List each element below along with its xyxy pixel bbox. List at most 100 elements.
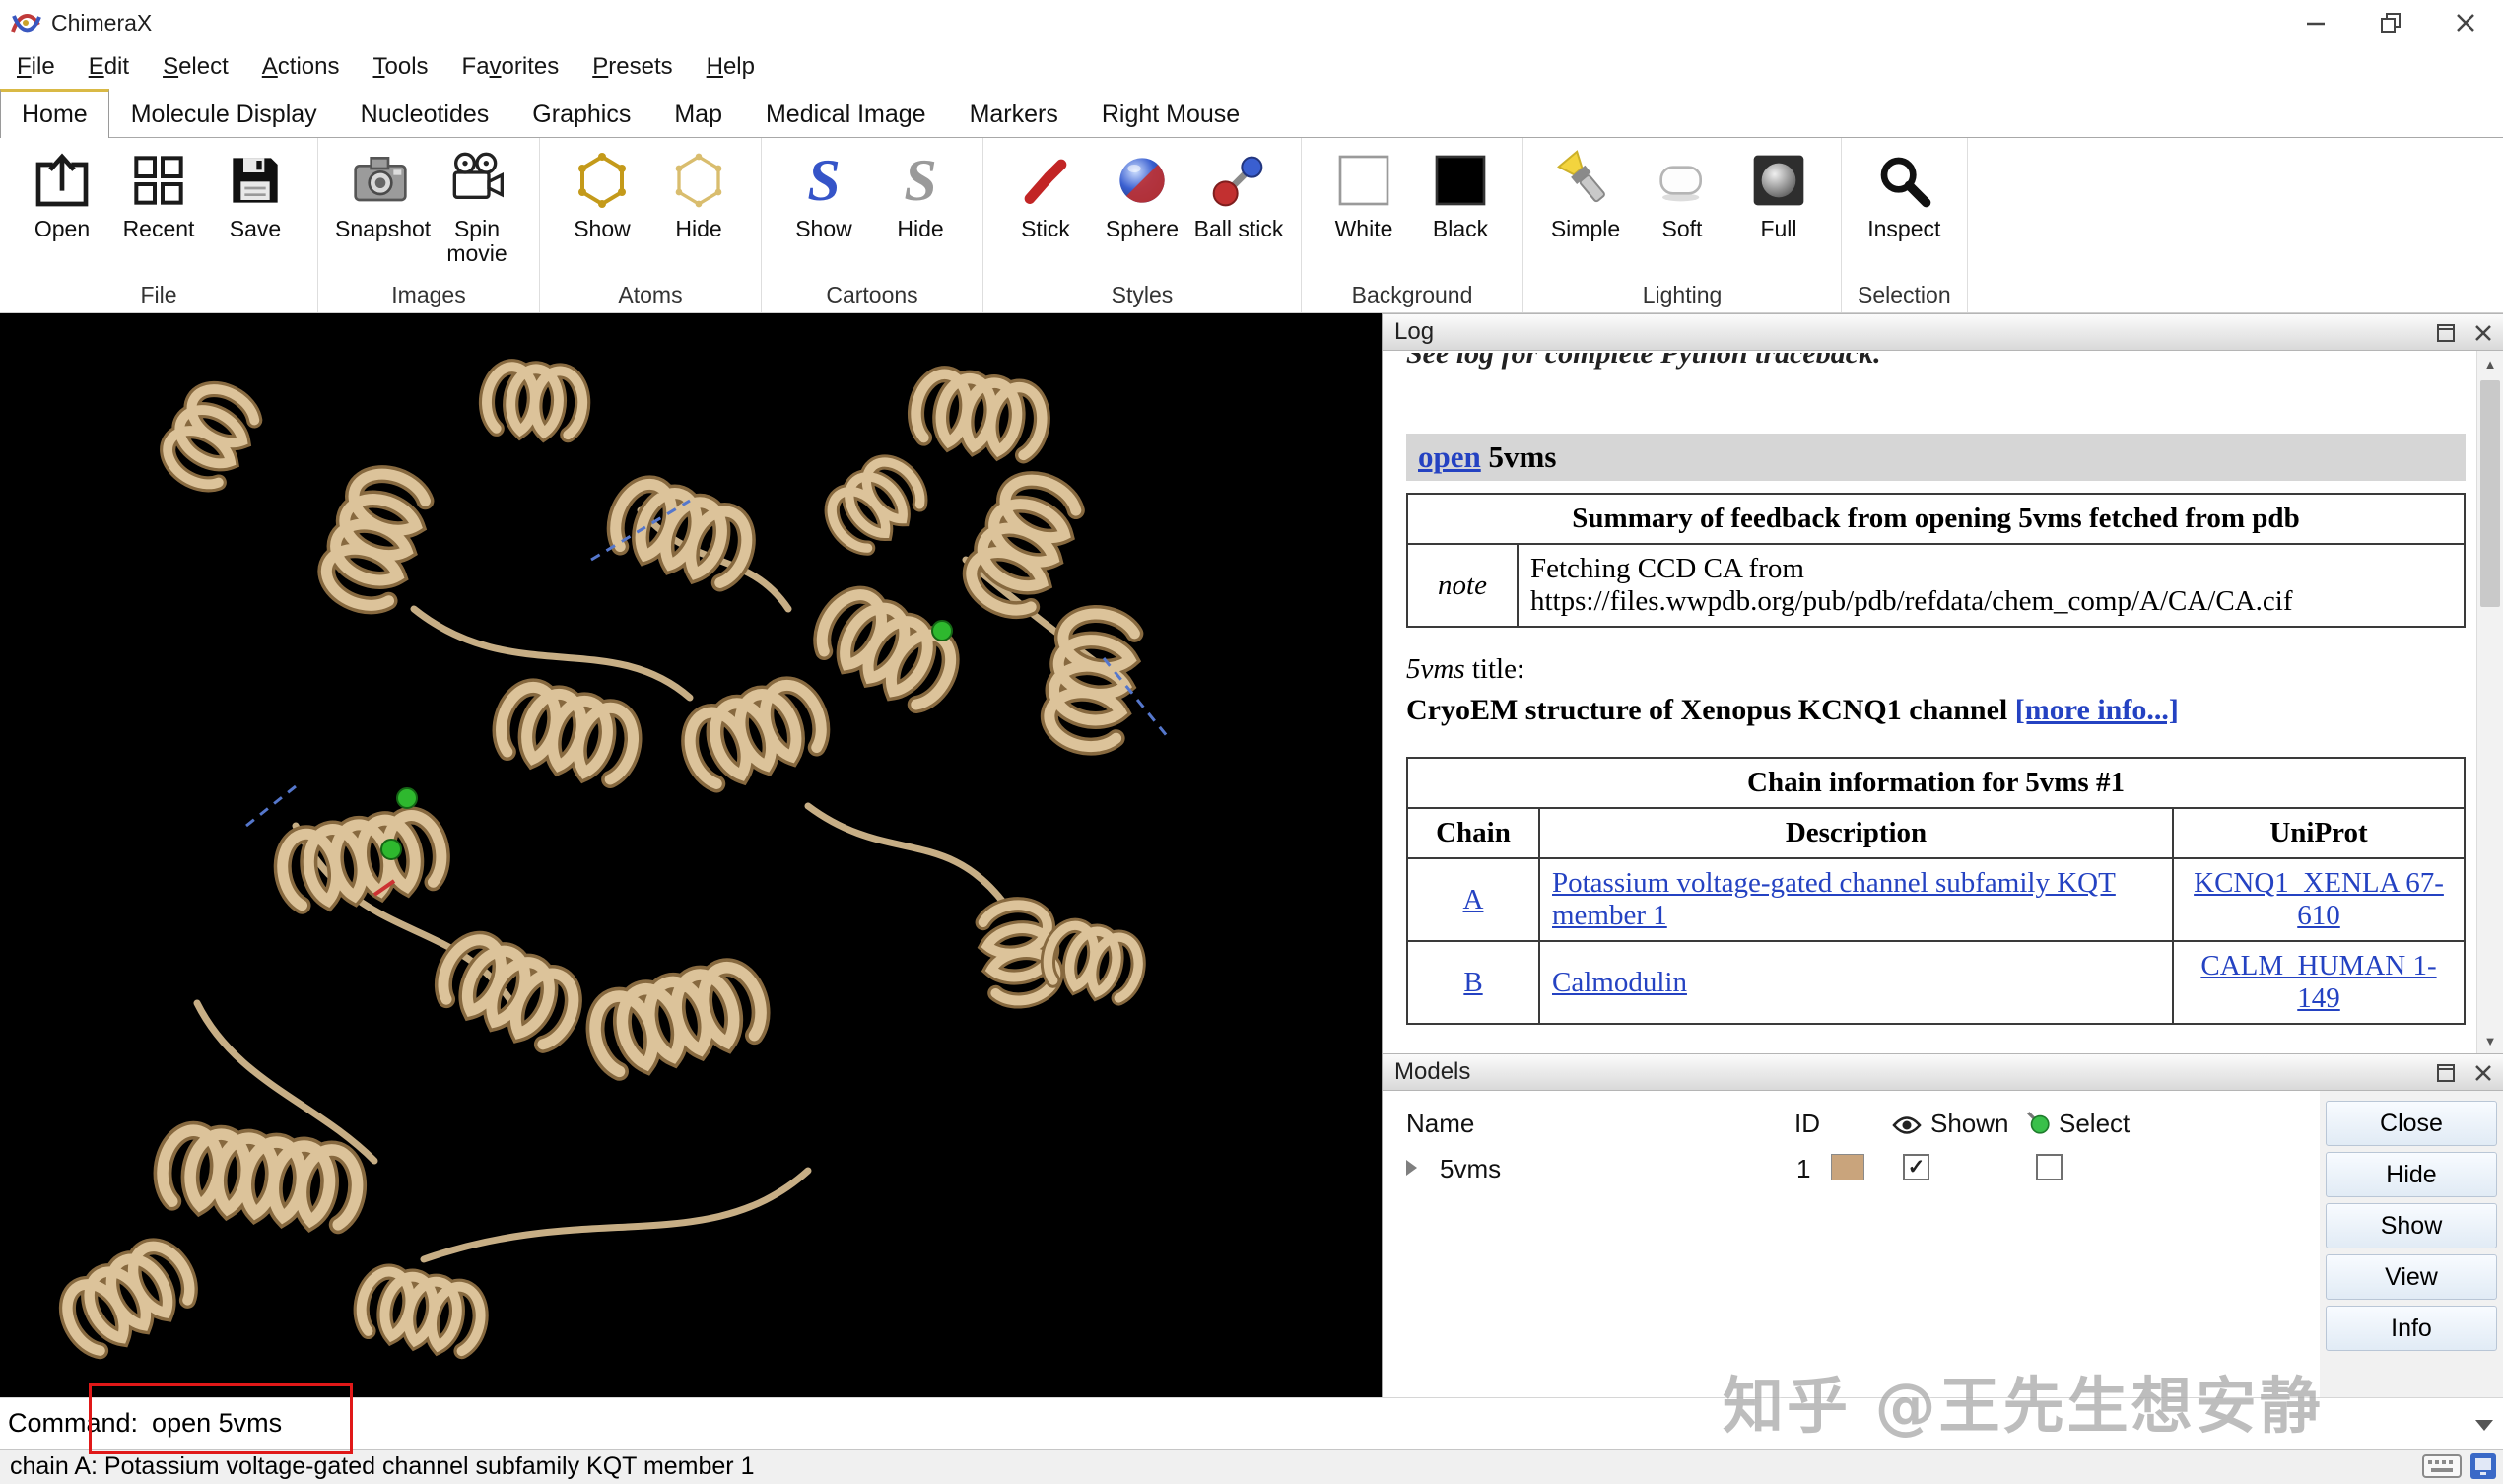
chain-a-link[interactable]: A (1463, 884, 1484, 915)
view-model-button[interactable]: View (2326, 1254, 2497, 1300)
shown-checkbox[interactable] (1903, 1154, 1929, 1180)
cartoon-show-icon: S (787, 144, 860, 217)
menu-file[interactable]: File (0, 53, 72, 81)
snapshot-button[interactable]: Snapshot (334, 144, 427, 241)
scrollbar-thumb[interactable] (2480, 380, 2500, 607)
spin-movie-button[interactable]: Spin movie (431, 144, 523, 266)
atoms-show-icon (566, 144, 639, 217)
menu-favorites[interactable]: Favorites (445, 53, 576, 81)
info-model-button[interactable]: Info (2326, 1306, 2497, 1351)
status-text: chain A: Potassium voltage-gated channel… (10, 1452, 754, 1481)
ball-stick-label: Ball stick (1194, 217, 1284, 241)
chain-a-description-link[interactable]: Potassium voltage-gated channel subfamil… (1552, 867, 2116, 931)
command-echo-args: 5vms (1489, 439, 1557, 474)
model-row-5vms[interactable]: 5vms 1 (1383, 1146, 2320, 1191)
description-column-header: Description (1539, 808, 2173, 858)
close-panel-icon[interactable] (2471, 1061, 2495, 1085)
stick-style-button[interactable]: Stick (999, 144, 1092, 241)
soft-lighting-button[interactable]: Soft (1636, 144, 1728, 241)
chain-b-description-link[interactable]: Calmodulin (1552, 967, 1687, 998)
expand-chevron-icon[interactable] (1406, 1160, 1417, 1176)
menu-tools[interactable]: Tools (357, 53, 445, 81)
float-panel-icon[interactable] (2434, 321, 2458, 345)
tab-markers[interactable]: Markers (948, 91, 1080, 137)
minimize-button[interactable] (2278, 0, 2353, 45)
atoms-hide-button[interactable]: Hide (652, 144, 745, 241)
model-id: 1 (1796, 1154, 1810, 1184)
chain-b-uniprot-link[interactable]: CALM_HUMAN 1-149 (2200, 950, 2436, 1014)
command-history-chevron-icon[interactable] (2475, 1420, 2493, 1431)
cartoons-show-button[interactable]: S Show (778, 144, 870, 241)
ball-stick-style-button[interactable]: Ball stick (1192, 144, 1285, 241)
scroll-down-arrow[interactable]: ▼ (2477, 1028, 2503, 1053)
recent-label: Recent (123, 217, 195, 241)
eye-icon (1891, 1114, 1923, 1136)
models-table-header: Name ID Shown Select (1383, 1101, 2320, 1146)
full-lighting-button[interactable]: Full (1732, 144, 1825, 241)
close-icon (2451, 8, 2480, 37)
command-bar: Command: (0, 1397, 2503, 1449)
select-checkbox[interactable] (2036, 1154, 2063, 1180)
tab-right-mouse[interactable]: Right Mouse (1080, 91, 1261, 137)
ribbon-group-file: Open Recent Save File (0, 138, 318, 312)
tab-map[interactable]: Map (652, 91, 744, 137)
command-input[interactable] (150, 1407, 2460, 1440)
chain-a-uniprot-link[interactable]: KCNQ1_XENLA 67-610 (2194, 867, 2444, 931)
black-background-button[interactable]: Black (1414, 144, 1507, 241)
white-background-button[interactable]: White (1318, 144, 1410, 241)
save-button[interactable]: Save (209, 144, 302, 241)
log-panel-title: Log (1394, 318, 1434, 346)
menu-presets[interactable]: Presets (575, 53, 689, 81)
chain-row-a: A Potassium voltage-gated channel subfam… (1407, 858, 2465, 941)
select-atom-icon (2025, 1110, 2051, 1135)
group-label-lighting: Lighting (1643, 276, 1723, 310)
white-label: White (1335, 217, 1393, 241)
snapshot-label: Snapshot (335, 217, 426, 241)
ribbon-toolbar: Open Recent Save File (0, 138, 2503, 313)
command-echo: open 5vms (1406, 434, 2466, 481)
tab-graphics[interactable]: Graphics (510, 91, 652, 137)
log-scrollbar[interactable]: ▲ ▼ (2476, 351, 2503, 1053)
simple-lighting-button[interactable]: Simple (1539, 144, 1632, 241)
tab-nucleotides[interactable]: Nucleotides (339, 91, 511, 137)
graphics-viewport[interactable] (0, 313, 1382, 1397)
chain-b-link[interactable]: B (1463, 967, 1482, 998)
inspect-button[interactable]: Inspect (1858, 144, 1950, 241)
status-bar: chain A: Potassium voltage-gated channel… (0, 1449, 2503, 1484)
scroll-up-arrow[interactable]: ▲ (2477, 351, 2503, 376)
more-info-link[interactable]: [more info...] (2015, 694, 2179, 726)
hide-model-button[interactable]: Hide (2326, 1152, 2497, 1197)
protein-ribbon-graphic (0, 313, 1382, 1397)
black-background-icon (1424, 144, 1497, 217)
model-color-swatch[interactable] (1831, 1154, 1864, 1180)
float-panel-icon[interactable] (2434, 1061, 2458, 1085)
show-model-button[interactable]: Show (2326, 1203, 2497, 1248)
menu-edit[interactable]: Edit (72, 53, 146, 81)
chimerax-app-icon (8, 6, 43, 39)
open-button[interactable]: Open (16, 144, 108, 241)
close-window-button[interactable] (2428, 0, 2503, 45)
restore-button[interactable] (2353, 0, 2428, 45)
cartoons-hide-button[interactable]: S Hide (874, 144, 967, 241)
tab-molecule-display[interactable]: Molecule Display (109, 91, 339, 137)
close-panel-icon[interactable] (2471, 321, 2495, 345)
log-content: See log for complete Python traceback. o… (1383, 351, 2477, 1053)
tab-medical-image[interactable]: Medical Image (744, 91, 948, 137)
name-column-header: Name (1406, 1109, 1474, 1139)
sphere-style-button[interactable]: Sphere (1096, 144, 1188, 241)
recent-button[interactable]: Recent (112, 144, 205, 241)
menu-actions[interactable]: Actions (245, 53, 357, 81)
open-command-link[interactable]: open (1418, 439, 1481, 474)
keyboard-icon[interactable] (2422, 1452, 2462, 1480)
atoms-show-button[interactable]: Show (556, 144, 648, 241)
status-icons (2422, 1452, 2497, 1480)
graphics-status-icon[interactable] (2469, 1452, 2497, 1480)
spin-movie-label: Spin movie (432, 217, 522, 266)
menu-select[interactable]: Select (146, 53, 245, 81)
close-model-button[interactable]: Close (2326, 1101, 2497, 1146)
menu-help[interactable]: Help (690, 53, 772, 81)
flashlight-icon (1549, 144, 1622, 217)
models-panel: Models Name ID Shown Select 5vms 1 (1382, 1053, 2503, 1397)
tab-home[interactable]: Home (0, 89, 109, 138)
models-panel-title: Models (1394, 1058, 1470, 1086)
